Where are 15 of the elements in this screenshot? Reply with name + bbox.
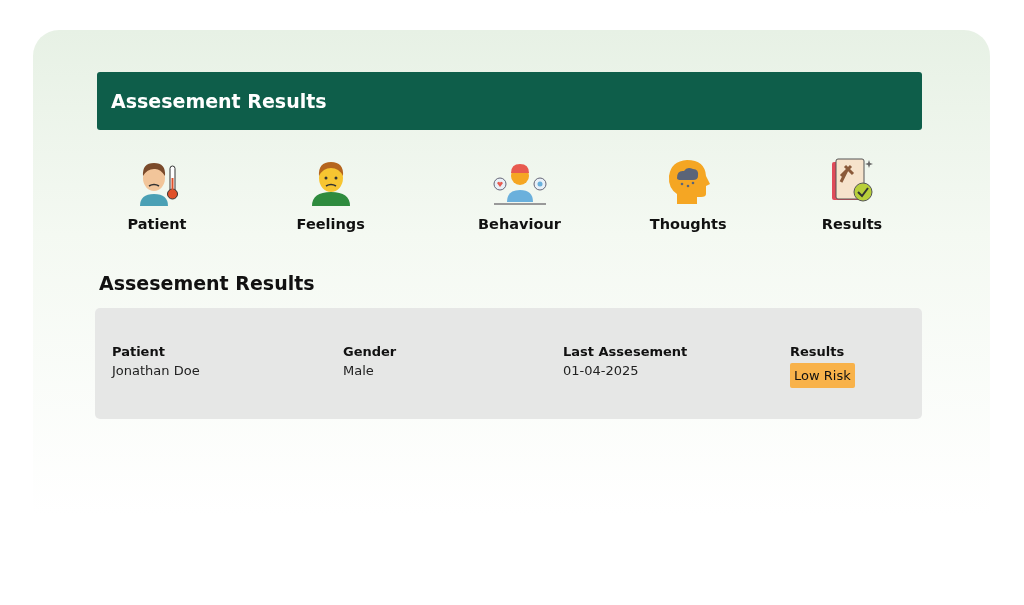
field-value: 01-04-2025 xyxy=(563,363,639,378)
step-label: Results xyxy=(821,216,883,232)
column-heading: Last Assesement xyxy=(563,344,688,359)
risk-badge: Low Risk xyxy=(790,363,855,388)
header-title: Assesement Results xyxy=(111,90,327,112)
step-label: Behaviour xyxy=(478,216,561,232)
step-label: Feelings xyxy=(296,216,365,232)
field-value: Jonathan Doe xyxy=(112,363,200,378)
column-heading: Results xyxy=(790,344,845,359)
section-title: Assesement Results xyxy=(99,272,316,294)
step-label: Thoughts xyxy=(649,216,727,232)
field-value: Male xyxy=(343,363,374,378)
column-heading: Gender xyxy=(343,344,397,359)
step-label: Patient xyxy=(127,216,187,232)
column-heading: Patient xyxy=(112,344,165,359)
